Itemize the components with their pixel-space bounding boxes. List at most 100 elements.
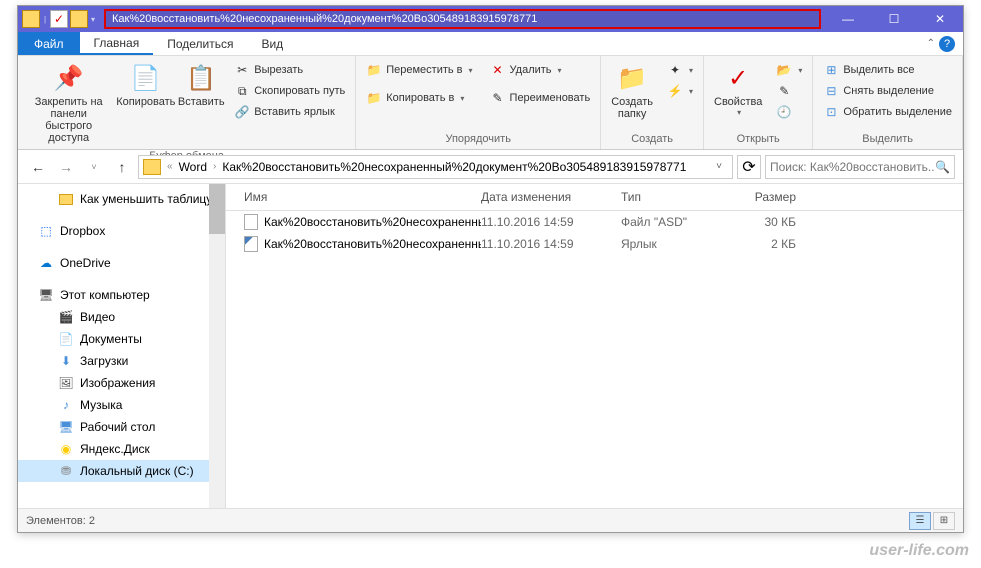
file-name: Как%20восстановить%20несохраненны...: [264, 237, 481, 251]
column-name[interactable]: Имя: [226, 190, 481, 204]
delete-button[interactable]: ✕Удалить▾: [486, 60, 595, 80]
copy-path-button[interactable]: ⧉Скопировать путь: [230, 81, 349, 101]
ribbon-group-new: 📁 Создать папку ✦▾ ⚡▾ Создать: [601, 56, 704, 149]
tab-home[interactable]: Главная: [80, 32, 154, 55]
qat-separator: |: [42, 15, 48, 24]
onedrive-icon: ☁: [38, 255, 54, 271]
tree-item[interactable]: ♪Музыка: [18, 394, 225, 416]
up-button[interactable]: ↑: [110, 155, 134, 179]
folder-icon[interactable]: [22, 10, 40, 28]
ribbon-group-organize: 📁Переместить в▾ 📁Копировать в▾ ✕Удалить▾…: [356, 56, 601, 149]
chevron-right-icon[interactable]: «: [165, 161, 175, 172]
tree-item[interactable]: ◉Яндекс.Диск: [18, 438, 225, 460]
new-folder-qat-icon[interactable]: [70, 10, 88, 28]
pin-icon: 📌: [53, 62, 85, 94]
breadcrumb-segment[interactable]: Word: [175, 160, 211, 174]
collapse-ribbon-icon[interactable]: ⌃: [927, 38, 935, 49]
chevron-down-icon: ▾: [798, 66, 802, 75]
chevron-down-icon: ▾: [689, 87, 693, 96]
minimize-button[interactable]: —: [825, 6, 871, 32]
close-button[interactable]: ✕: [917, 6, 963, 32]
back-button[interactable]: ←: [26, 155, 50, 179]
navigation-pane[interactable]: Как уменьшить таблицу в E ⬚Dropbox ☁OneDri…: [18, 184, 226, 508]
tree-item[interactable]: ⛃Локальный диск (C:): [18, 460, 225, 482]
scrollbar-thumb[interactable]: [209, 184, 225, 234]
tree-item[interactable]: ☁OneDrive: [18, 252, 225, 274]
invert-selection-icon: ⊡: [823, 104, 839, 120]
search-input[interactable]: [770, 160, 935, 174]
delete-icon: ✕: [490, 62, 506, 78]
new-item-button[interactable]: ✦▾: [663, 60, 697, 80]
details-view-button[interactable]: ☰: [909, 512, 931, 530]
tree-item[interactable]: Как уменьшить таблицу в E: [18, 188, 225, 210]
chevron-right-icon[interactable]: ›: [211, 161, 218, 172]
new-folder-label: Создать папку: [611, 96, 653, 120]
file-date: 11.10.2016 14:59: [481, 237, 621, 251]
file-icon: [244, 236, 258, 252]
file-tab[interactable]: Файл: [18, 32, 80, 55]
edit-button[interactable]: ✎: [772, 81, 806, 101]
column-type[interactable]: Тип: [621, 190, 726, 204]
copy-button[interactable]: 📄 Копировать: [117, 58, 174, 112]
refresh-button[interactable]: ⟳: [737, 155, 761, 179]
breadcrumb-dropdown-icon[interactable]: ˅: [710, 161, 728, 172]
tree-item[interactable]: 📄Документы: [18, 328, 225, 350]
select-all-button[interactable]: ⊞Выделить все: [819, 60, 956, 80]
properties-button[interactable]: ✓ Свойства ▾: [708, 58, 768, 121]
tree-item[interactable]: ⬇Загрузки: [18, 350, 225, 372]
open-small-button[interactable]: 📂▾: [772, 60, 806, 80]
select-none-button[interactable]: ⊟Снять выделение: [819, 81, 956, 101]
column-size[interactable]: Размер: [726, 190, 806, 204]
edit-icon: ✎: [776, 83, 792, 99]
file-row[interactable]: Как%20восстановить%20несохраненны...11.1…: [226, 211, 963, 233]
paste-label: Вставить: [178, 96, 225, 108]
chevron-down-icon: ▾: [737, 108, 741, 117]
breadcrumb[interactable]: « Word › Как%20восстановить%20несохранен…: [138, 155, 733, 179]
tree-item[interactable]: 🖼Изображения: [18, 372, 225, 394]
maximize-button[interactable]: ☐: [871, 6, 917, 32]
properties-icon: ✓: [722, 62, 754, 94]
paste-icon: 📋: [185, 62, 217, 94]
copy-to-button[interactable]: 📁Копировать в▾: [362, 88, 476, 108]
easy-access-icon: ⚡: [667, 83, 683, 99]
drive-icon: ⛃: [58, 463, 74, 479]
tab-share[interactable]: Поделиться: [153, 32, 247, 55]
help-icon[interactable]: ?: [939, 36, 955, 52]
scrollbar[interactable]: [209, 184, 225, 508]
history-button[interactable]: 🕘: [772, 102, 806, 122]
large-icons-view-button[interactable]: ⊞: [933, 512, 955, 530]
tree-item[interactable]: ⬚Dropbox: [18, 220, 225, 242]
tree-item[interactable]: 🎬Видео: [18, 306, 225, 328]
pin-label: Закрепить на панели быстрого доступа: [28, 96, 109, 144]
qat-dropdown-icon[interactable]: ▾: [90, 15, 96, 24]
recent-locations-button[interactable]: ˅: [82, 155, 106, 179]
move-to-button[interactable]: 📁Переместить в▾: [362, 60, 476, 80]
paste-button[interactable]: 📋 Вставить: [176, 58, 226, 112]
tree-item[interactable]: 🖥Этот компьютер: [18, 284, 225, 306]
select-group-label: Выделить: [817, 131, 958, 147]
window-title: Как%20восстановить%20несохраненный%20док…: [104, 9, 821, 29]
new-folder-button[interactable]: 📁 Создать папку: [605, 58, 659, 124]
pin-button[interactable]: 📌 Закрепить на панели быстрого доступа: [22, 58, 115, 148]
navigation-bar: ← → ˅ ↑ « Word › Как%20восстановить%20не…: [18, 150, 963, 184]
search-box[interactable]: 🔍: [765, 155, 955, 179]
tree-item[interactable]: 🖥Рабочий стол: [18, 416, 225, 438]
ribbon-group-select: ⊞Выделить все ⊟Снять выделение ⊡Обратить…: [813, 56, 963, 149]
copy-to-icon: 📁: [366, 90, 382, 106]
file-date: 11.10.2016 14:59: [481, 215, 621, 229]
chevron-down-icon: ▾: [558, 66, 562, 75]
ribbon-group-clipboard: 📌 Закрепить на панели быстрого доступа 📄…: [18, 56, 356, 149]
file-row[interactable]: Как%20восстановить%20несохраненны...11.1…: [226, 233, 963, 255]
rename-button[interactable]: ✎Переименовать: [486, 88, 595, 108]
forward-button[interactable]: →: [54, 155, 78, 179]
properties-qat-icon[interactable]: [50, 10, 68, 28]
easy-access-button[interactable]: ⚡▾: [663, 81, 697, 101]
tab-view[interactable]: Вид: [247, 32, 297, 55]
music-icon: ♪: [58, 397, 74, 413]
paste-shortcut-button[interactable]: 🔗Вставить ярлык: [230, 102, 349, 122]
column-date[interactable]: Дата изменения: [481, 190, 621, 204]
copy-icon: 📄: [130, 62, 162, 94]
cut-button[interactable]: ✂Вырезать: [230, 60, 349, 80]
invert-selection-button[interactable]: ⊡Обратить выделение: [819, 102, 956, 122]
breadcrumb-segment[interactable]: Как%20восстановить%20несохраненный%20док…: [218, 160, 690, 174]
